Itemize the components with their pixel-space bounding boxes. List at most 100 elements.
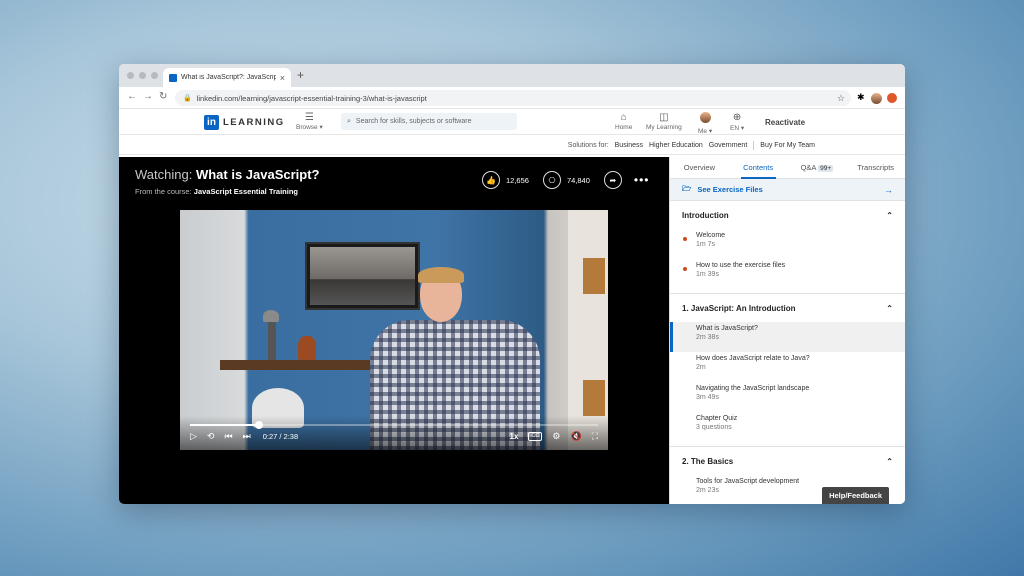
reload-icon[interactable]: ↻ [159,91,167,102]
video-actions: 👍 12,656 ⎔ 74,840 ➦ ••• [482,171,650,189]
solutions-higher-education-link[interactable]: Higher Education [649,142,703,149]
item-duration: 3 questions [696,424,732,431]
plant-image [298,336,316,360]
arrow-right-icon: → [884,184,893,195]
qa-count-badge: 99+ [818,165,834,172]
tab-overview[interactable]: Overview [670,157,729,178]
linkedin-learning-logo[interactable]: in LEARNING [204,115,285,130]
item-duration: 1m 7s [696,241,716,248]
list-item-current[interactable]: What is JavaScript? 2m 38s [670,322,905,352]
list-item[interactable]: Navigating the JavaScript landscape 3m 4… [670,382,905,412]
course-prefix: From the course: [135,187,192,196]
watching-heading: Watching: What is JavaScript? [135,167,320,182]
tab-qa[interactable]: Q&A 99+ [788,157,847,178]
item-title: Welcome [696,232,726,239]
close-window-button[interactable] [127,72,134,79]
settings-gear-icon[interactable]: ⚙ [552,431,560,442]
window-controls [127,72,158,79]
more-options-icon[interactable]: ••• [634,173,650,187]
list-icon: ☰ [304,112,314,123]
reactivate-link[interactable]: Reactivate [765,118,805,127]
nav-home-label: Home [615,124,633,131]
sidebar-tabs: Overview Contents Q&A 99+ Transcripts [670,157,905,179]
browse-menu[interactable]: ☰ Browse ▾ [296,112,323,131]
video-frame[interactable]: ▷ ⟲ ⏮ ⏭ 0:27 / 2:38 1x CC ⚙ 🔇 ⛶ [180,210,608,450]
item-title: How does JavaScript relate to Java? [696,355,810,362]
list-item[interactable]: Chapter Quiz 3 questions [670,412,905,442]
help-feedback-button[interactable]: Help/Feedback [822,487,889,504]
minimize-window-button[interactable] [139,72,146,79]
nav-my-learning[interactable]: ◫ My Learning [646,112,682,131]
tab-title: What is JavaScript?: JavaScript [181,74,276,81]
save-count: 74,840 [566,175,590,185]
item-duration: 3m 49s [696,394,719,401]
next-icon[interactable]: ⏭ [243,431,251,442]
video-player-area: Watching: What is JavaScript? From the c… [119,157,669,504]
tab-transcripts[interactable]: Transcripts [846,157,905,178]
home-icon: ⌂ [620,112,627,123]
chevron-up-icon[interactable]: ⌃ [886,211,893,220]
forward-icon[interactable]: → [143,91,153,102]
extensions-icon[interactable]: ✱ [857,92,865,103]
lock-icon: 🔒 [183,95,192,102]
speed-button[interactable]: 1x [510,432,519,441]
tab-contents[interactable]: Contents [729,157,788,179]
share-icon[interactable]: ➦ [603,171,622,189]
list-item[interactable]: Welcome 1m 7s [670,229,905,259]
item-title: Navigating the JavaScript landscape [696,385,810,392]
captions-button[interactable]: CC [528,432,543,441]
exercise-files-link[interactable]: 🗁 See Exercise Files → [670,179,905,201]
search-input[interactable]: ⌕ Search for skills, subjects or softwar… [341,113,517,130]
chevron-up-icon[interactable]: ⌃ [886,304,893,313]
time-display: 0:27 / 2:38 [262,432,299,441]
list-item[interactable]: How to use the exercise files 1m 39s [670,259,905,289]
item-duration: 1m 39s [696,271,719,278]
mute-icon[interactable]: 🔇 [570,431,581,442]
back-icon[interactable]: ← [127,91,137,102]
nav-my-learning-label: My Learning [646,124,682,131]
course-line: From the course: JavaScript Essential Tr… [135,187,298,196]
replay-10-icon[interactable]: ⟲ [207,431,215,442]
course-title-link[interactable]: JavaScript Essential Training [194,187,298,196]
save-bookmark-icon[interactable]: ⎔ [542,171,561,189]
play-icon[interactable]: ▷ [190,431,197,442]
new-tab-button[interactable]: + [297,68,304,82]
progress-bar[interactable] [190,421,598,429]
tab-bar: What is JavaScript?: JavaScript × + [119,64,905,87]
player-controls: ▷ ⟲ ⏮ ⏭ 0:27 / 2:38 1x CC ⚙ 🔇 ⛶ [180,416,608,450]
fullscreen-icon[interactable]: ⛶ [592,431,598,442]
nav-home[interactable]: ⌂ Home [615,112,632,131]
item-duration: 2m [696,364,706,371]
progress-handle[interactable] [255,421,264,429]
bookmark-star-icon[interactable]: ☆ [837,93,845,104]
browser-tab[interactable]: What is JavaScript?: JavaScript × [163,68,291,87]
watching-prefix: Watching: [135,167,193,182]
list-item[interactable]: How does JavaScript relate to Java? 2m [670,352,905,382]
previous-icon[interactable]: ⏮ [224,431,232,442]
chevron-up-icon[interactable]: ⌃ [886,457,893,466]
buy-for-team-link[interactable]: Buy For My Team [760,142,815,149]
nav-language-label: EN ▾ [730,125,745,132]
section-header[interactable]: 1. JavaScript: An Introduction ⌃ [670,294,905,322]
solutions-business-link[interactable]: Business [615,142,643,149]
solutions-government-link[interactable]: Government [709,142,748,149]
url-text: linkedin.com/learning/javascript-essenti… [196,93,427,103]
linkedin-logo-icon: in [204,115,219,130]
progress-fill [190,424,260,426]
search-icon: ⌕ [347,117,351,125]
url-field[interactable]: 🔒 linkedin.com/learning/javascript-essen… [175,90,851,106]
nav-language[interactable]: ⊕ EN ▾ [730,112,744,132]
item-title: Chapter Quiz [696,415,738,422]
nav-me[interactable]: Me ▾ [698,112,712,135]
maximize-window-button[interactable] [151,72,158,79]
item-title: Tools for JavaScript development [696,478,800,485]
tab-close-icon[interactable]: × [280,73,285,83]
section-header[interactable]: 2. The Basics ⌃ [670,447,905,475]
browser-window: What is JavaScript?: JavaScript × + ← → … [119,64,905,504]
folder-icon: 🗁 [682,184,692,193]
profile-avatar[interactable] [871,93,882,106]
section-header[interactable]: Introduction ⌃ [670,201,905,229]
nav-me-label: Me ▾ [698,128,713,135]
like-icon[interactable]: 👍 [482,171,500,189]
extension-badge-icon[interactable] [887,93,897,105]
